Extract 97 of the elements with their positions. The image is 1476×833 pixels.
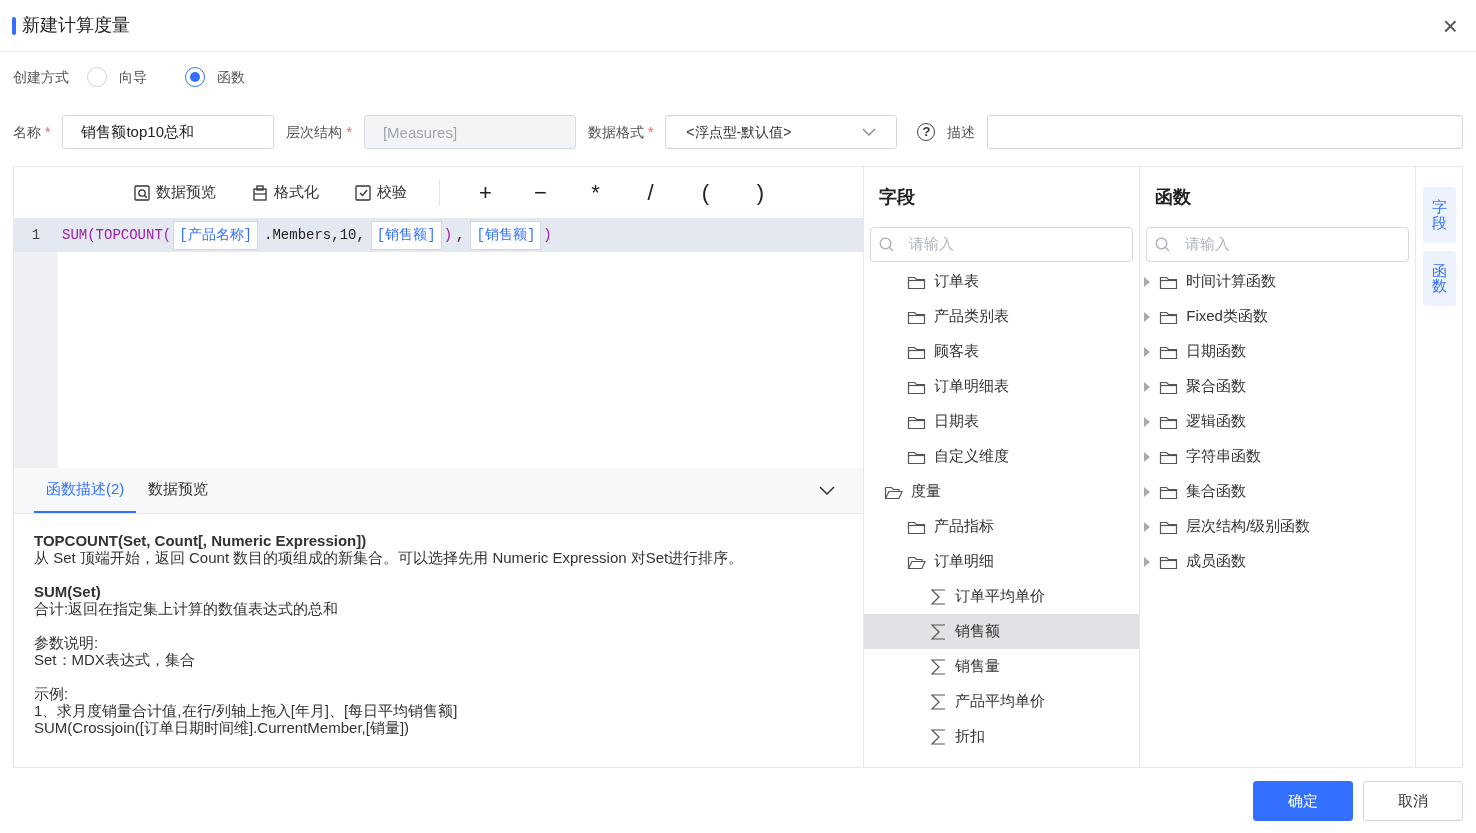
function-category[interactable]: 聚合函数 <box>1140 369 1416 404</box>
tree-item[interactable]: 日期表 <box>864 404 1140 439</box>
tree-item[interactable]: 订单表 <box>864 264 1140 299</box>
sigma-icon <box>930 587 948 606</box>
line-number: 1 <box>14 218 58 252</box>
side-tab[interactable]: 字段 <box>1422 187 1456 243</box>
code-function: ) <box>443 225 453 245</box>
code-text: .Members,10, <box>263 225 366 245</box>
toolbar-button[interactable]: 格式化 <box>234 181 337 204</box>
sigma-icon <box>930 692 948 711</box>
required-mark: * <box>346 123 352 140</box>
tree-item[interactable]: 订单明细 <box>864 544 1140 579</box>
description-text: 合计:返回在指定集上计算的数值表达式的总和 <box>34 600 340 617</box>
toolbar-button[interactable]: 校验 <box>337 181 425 204</box>
code-text: , <box>455 225 466 245</box>
toolbar-button[interactable]: 数据预览 <box>116 181 234 204</box>
preview-icon <box>134 184 150 201</box>
description-text: 从 Set 顶端开始，返回 Count 数目的项组成的新集合。可以选择先用 Numeric Expression 对Set进行排序。 <box>34 549 745 566</box>
description-text: 示例: <box>34 685 70 702</box>
tab[interactable]: 函数描述(2) <box>34 468 137 513</box>
sigma-icon <box>930 727 948 746</box>
description-text: Set：MDX表达式，集合 <box>34 651 196 668</box>
chevron-down-icon <box>819 486 836 495</box>
cancel-button[interactable]: 取消 <box>1363 781 1463 821</box>
clipboard-icon <box>252 184 268 201</box>
dialog-title: 新建计算度量 <box>22 14 130 37</box>
function-category[interactable]: 层次结构/级别函数 <box>1140 509 1416 544</box>
description-input[interactable] <box>987 115 1463 149</box>
radio-option[interactable]: 向导 <box>79 66 155 88</box>
code-function: SUM(TOPCOUNT( <box>62 225 172 245</box>
required-mark: * <box>45 123 51 140</box>
check-document-icon <box>355 184 371 201</box>
function-category[interactable]: 逻辑函数 <box>1140 404 1416 439</box>
caret-right-icon <box>1144 276 1152 287</box>
tree-item[interactable]: 折扣 <box>864 719 1140 754</box>
sigma-icon <box>930 657 948 676</box>
tree-item[interactable]: 产品平均单价 <box>864 684 1140 719</box>
operator-button[interactable]: / <box>623 176 678 209</box>
field-label: 创建方式 <box>13 67 69 87</box>
sigma-icon <box>930 622 948 641</box>
tab[interactable]: 数据预览 <box>136 468 221 513</box>
code-function: ) <box>543 225 552 245</box>
caret-right-icon <box>1144 381 1152 392</box>
panel-title: 函数 <box>1154 186 1193 209</box>
search-field[interactable]: 请输入 <box>870 227 1134 262</box>
field-label: 层次结构 * <box>286 122 352 142</box>
function-category[interactable]: Fixed类函数 <box>1140 299 1416 334</box>
tree-item[interactable]: 产品指标 <box>864 509 1140 544</box>
tree-item[interactable]: 自定义维度 <box>864 439 1140 474</box>
operator-button[interactable]: ( <box>678 176 733 209</box>
title-accent-bar <box>12 16 16 35</box>
chevron-down-icon <box>862 128 877 136</box>
caret-right-icon <box>1144 521 1152 532</box>
function-category[interactable]: 日期函数 <box>1140 334 1416 369</box>
description-text: 参数说明: <box>34 634 100 651</box>
tree-item[interactable]: 销售额 <box>864 614 1140 649</box>
function-signature: TOPCOUNT(Set, Count[, Numeric Expression]) <box>34 532 368 549</box>
hierarchy-input: [Measures] <box>363 115 576 149</box>
function-signature: SUM(Set) <box>34 583 102 600</box>
tree-item[interactable]: 产品类别表 <box>864 299 1140 334</box>
select-value: <浮点型-默认值> <box>686 122 792 142</box>
tree-item[interactable]: 订单明细表 <box>864 369 1140 404</box>
caret-right-icon <box>1144 416 1152 427</box>
confirm-button[interactable]: 确定 <box>1253 781 1353 821</box>
operator-button[interactable]: + <box>458 176 513 209</box>
caret-right-icon <box>1144 346 1152 357</box>
field-label: 描述 <box>947 122 976 142</box>
caret-right-icon <box>1144 451 1152 462</box>
close-button[interactable]: × <box>1438 12 1462 39</box>
caret-right-icon <box>1144 486 1152 497</box>
tree-item[interactable]: 订单平均单价 <box>864 579 1140 614</box>
caret-right-icon <box>1144 311 1152 322</box>
name-input[interactable]: 销售额top10总和 <box>62 115 275 149</box>
field-token[interactable]: [销售额] <box>370 220 442 250</box>
operator-button[interactable]: − <box>513 176 568 209</box>
field-label: 数据格式 * <box>587 122 654 142</box>
description-text: SUM(Crossjoin([订单日期时间维].CurrentMember,[销量]) <box>34 719 411 736</box>
field-token[interactable]: [销售额] <box>470 220 542 250</box>
panel-title: 字段 <box>878 186 917 209</box>
function-category[interactable]: 字符串函数 <box>1140 439 1416 474</box>
radio-option[interactable]: 函数 <box>177 66 253 88</box>
function-category[interactable]: 集合函数 <box>1140 474 1416 509</box>
tree-item[interactable]: 度量 <box>864 474 1140 509</box>
side-tab[interactable]: 函数 <box>1422 250 1456 306</box>
function-category[interactable]: 成员函数 <box>1140 544 1416 579</box>
caret-right-icon <box>1144 556 1152 567</box>
tree-item[interactable]: 顾客表 <box>864 334 1140 369</box>
format-select[interactable]: <浮点型-默认值> <box>665 115 898 149</box>
search-field[interactable]: 请输入 <box>1146 227 1410 262</box>
tree-item[interactable]: 销售量 <box>864 649 1140 684</box>
required-mark: * <box>647 123 654 140</box>
description-text: 1、求月度销量合计值,在行/列轴上拖入[年月]、[每日平均销售额] <box>34 702 459 719</box>
function-category[interactable]: 时间计算函数 <box>1140 264 1416 299</box>
field-token[interactable]: [产品名称] <box>173 220 259 250</box>
field-label: 名称 * <box>13 122 51 142</box>
operator-button[interactable]: ) <box>733 176 788 209</box>
operator-button[interactable]: * <box>568 176 623 209</box>
